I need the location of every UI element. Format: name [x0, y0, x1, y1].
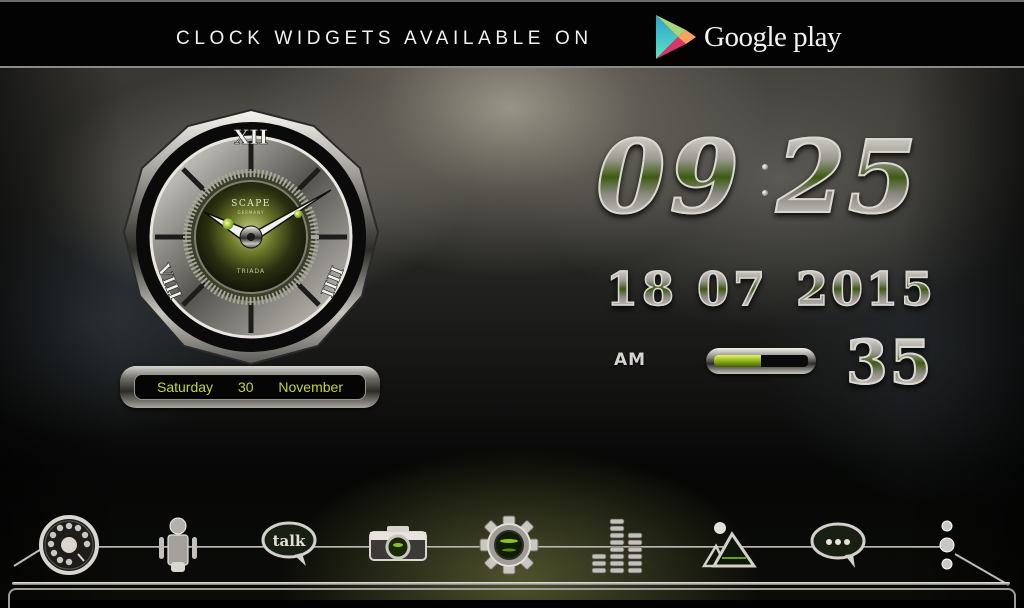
dock-frame	[8, 588, 1016, 608]
analog-date-plate[interactable]: Saturday 30 November	[120, 366, 380, 408]
more-vertical-icon	[939, 520, 955, 570]
banner-text: CLOCK WIDGETS AVAILABLE ON	[176, 28, 593, 49]
date-day: 18	[605, 261, 679, 317]
dock-item-talk[interactable]: talk	[256, 512, 322, 578]
dock-item-android[interactable]	[145, 512, 211, 578]
dock-item-settings[interactable]	[476, 512, 542, 578]
dock-item-phone[interactable]	[36, 512, 102, 578]
numeral-xii: XII	[234, 125, 268, 149]
rotary-phone-icon	[39, 515, 99, 575]
talk-label: talk	[273, 532, 306, 550]
dock-item-camera[interactable]	[365, 512, 431, 578]
analog-clock-widget[interactable]: SCAPE GERMANY TRIADA XII IIII VIII	[118, 106, 384, 368]
ampm-indicator: AM	[614, 350, 647, 370]
weekday-label: Saturday	[157, 379, 214, 395]
google-play-badge[interactable]: Google play	[654, 12, 854, 62]
dock-item-menu[interactable]	[914, 512, 980, 578]
android-robot-icon	[159, 517, 197, 572]
time-minutes[interactable]: 25	[775, 117, 919, 237]
time-hours[interactable]: 09	[595, 117, 743, 237]
date-month: 07	[696, 261, 770, 317]
brand-text: SCAPE	[231, 199, 271, 209]
google-play-label: Google play	[704, 20, 842, 53]
google-play-icon	[656, 15, 696, 59]
mountain-image-icon	[701, 522, 757, 568]
camera-icon	[369, 526, 427, 561]
month-label: November	[278, 379, 343, 395]
dock-item-messaging[interactable]	[805, 512, 871, 578]
talk-bubble-icon: talk	[261, 521, 317, 566]
date-year: 2015	[795, 261, 937, 317]
equalizer-icon	[591, 518, 643, 574]
model-text: TRIADA	[236, 268, 265, 275]
time-colon	[762, 164, 768, 196]
dock-item-music[interactable]	[584, 512, 650, 578]
dock-rail	[12, 582, 1010, 585]
day-of-month-label: 30	[237, 379, 254, 395]
seconds: 35	[845, 327, 934, 399]
battery-fill	[714, 355, 761, 367]
brand-sub-text: GERMANY	[237, 210, 264, 215]
gear-icon	[479, 515, 539, 575]
dock-item-gallery[interactable]	[696, 512, 762, 578]
promo-banner: CLOCK WIDGETS AVAILABLE ON Google play	[0, 0, 1024, 68]
chat-bubble-icon	[810, 522, 866, 568]
battery-bar	[706, 348, 816, 374]
